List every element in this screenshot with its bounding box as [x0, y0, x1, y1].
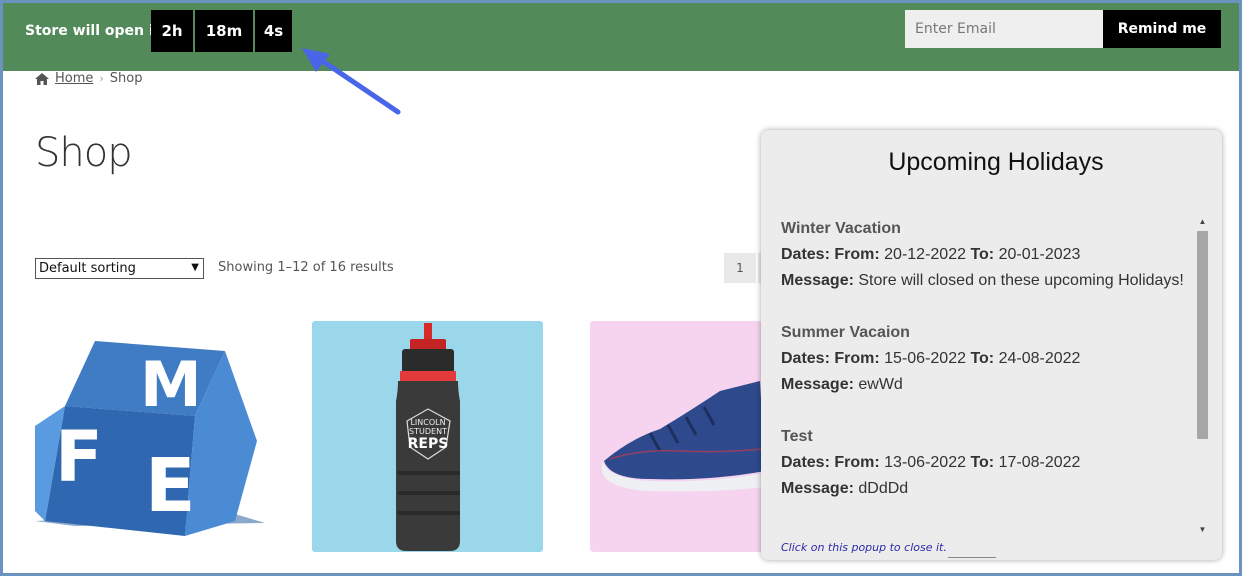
- svg-text:E: E: [145, 443, 196, 529]
- holiday-name: Summer Vacaion: [781, 324, 910, 341]
- countdown-seconds: 4s: [255, 10, 292, 52]
- popup-scrollbar[interactable]: ▲ ▼: [1195, 216, 1210, 536]
- holiday-list[interactable]: Winter Vacation Dates: From: 20-12-2022 …: [781, 216, 1196, 531]
- scroll-down-icon[interactable]: ▼: [1195, 524, 1210, 536]
- home-icon: [35, 72, 49, 85]
- breadcrumb: Home › Shop: [35, 71, 143, 86]
- popup-title: Upcoming Holidays: [888, 148, 1104, 176]
- countdown-hours: 2h: [151, 10, 193, 52]
- holiday-message: Message: ewWd: [781, 376, 903, 393]
- bottle-text-2: STUDENT: [409, 427, 447, 436]
- page-title: Shop: [35, 130, 133, 176]
- holiday-dates: Dates: From: 15-06-2022 To: 24-08-2022: [781, 350, 1081, 367]
- holiday-dates: Dates: From: 13-06-2022 To: 17-08-2022: [781, 454, 1081, 471]
- holiday-message: Message: dDdDd: [781, 480, 909, 497]
- holiday-message: Message: Store will closed on these upco…: [781, 272, 1184, 289]
- scroll-up-icon[interactable]: ▲: [1195, 216, 1210, 228]
- fme-logo-cube-icon: M E F: [35, 341, 265, 536]
- divider: [948, 557, 996, 558]
- popup-close-hint[interactable]: Click on this popup to close it.: [781, 541, 947, 554]
- holidays-popup[interactable]: Upcoming Holidays Winter Vacation Dates:…: [761, 130, 1222, 560]
- sort-selected-value: Default sorting: [39, 261, 136, 276]
- water-bottle-icon: LINCOLN STUDENT REPS: [396, 323, 460, 551]
- sort-select[interactable]: Default sorting ▼: [35, 258, 204, 279]
- breadcrumb-current: Shop: [109, 71, 143, 86]
- svg-text:F: F: [55, 416, 103, 498]
- countdown-minutes: 18m: [195, 10, 253, 52]
- bottle-text-1: LINCOLN: [410, 418, 445, 427]
- product-card-fme[interactable]: M E F: [35, 321, 266, 552]
- chevron-right-icon: ›: [99, 72, 104, 85]
- chevron-down-icon: ▼: [191, 262, 199, 273]
- sneaker-icon: [602, 381, 765, 492]
- scroll-thumb[interactable]: [1197, 231, 1208, 439]
- annotation-arrow-icon: [302, 48, 401, 115]
- holiday-dates: Dates: From: 20-12-2022 To: 20-01-2023: [781, 246, 1081, 263]
- result-count: Showing 1–12 of 16 results: [218, 260, 394, 275]
- holiday-name: Test: [781, 428, 813, 445]
- holiday-item: Winter Vacation Dates: From: 20-12-2022 …: [781, 216, 1196, 294]
- email-input[interactable]: Enter Email: [905, 10, 1103, 48]
- holiday-item: Test Dates: From: 13-06-2022 To: 17-08-2…: [781, 424, 1196, 502]
- remind-me-button[interactable]: Remind me: [1103, 10, 1221, 48]
- holiday-item: Summer Vacaion Dates: From: 15-06-2022 T…: [781, 320, 1196, 398]
- product-card-sneaker[interactable]: [590, 321, 765, 552]
- holiday-name: Winter Vacation: [781, 220, 901, 237]
- breadcrumb-home-link[interactable]: Home: [55, 71, 93, 86]
- svg-text:M: M: [140, 348, 202, 421]
- countdown-label: Store will open in: [25, 23, 164, 39]
- product-card-water-bottle[interactable]: LINCOLN STUDENT REPS: [312, 321, 543, 552]
- bottle-text-3: REPS: [408, 436, 449, 452]
- pagination-page-1[interactable]: 1: [724, 253, 756, 283]
- store-notice-bar: Store will open in 2h 18m 4s Enter Email…: [0, 0, 1242, 71]
